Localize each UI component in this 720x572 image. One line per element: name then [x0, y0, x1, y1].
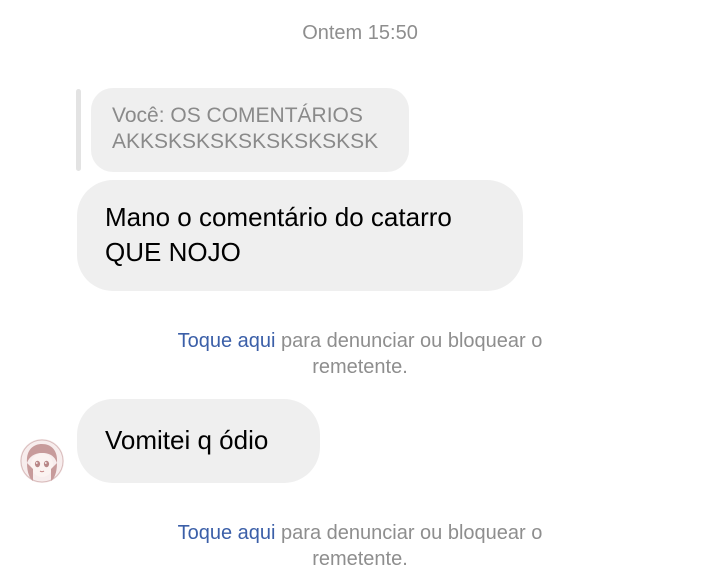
notice-text-line2: remetente. — [312, 356, 408, 378]
tap-here-link[interactable]: Toque aqui — [178, 522, 276, 544]
reply-quote-bar — [76, 89, 81, 171]
notice-text: para denunciar ou bloquear o — [275, 522, 543, 544]
reply-quote-bubble[interactable]: Você: OS COMENTÁRIOS AKKSKSKSKSKSKSKSKSK — [91, 88, 409, 172]
report-notice: Toque aqui para denunciar ou bloquear o … — [0, 328, 720, 380]
notice-text: para denunciar ou bloquear o — [275, 330, 543, 352]
notice-text-line2: remetente. — [312, 548, 408, 570]
received-message-bubble[interactable]: Vomitei q ódio — [77, 399, 320, 483]
report-notice: Toque aqui para denunciar ou bloquear o … — [0, 520, 720, 572]
tap-here-link[interactable]: Toque aqui — [178, 330, 276, 352]
contact-avatar-icon[interactable] — [20, 439, 64, 483]
message-timestamp: Ontem 15:50 — [302, 22, 418, 44]
received-message-bubble[interactable]: Mano o comentário do catarro QUE NOJO — [77, 180, 523, 291]
